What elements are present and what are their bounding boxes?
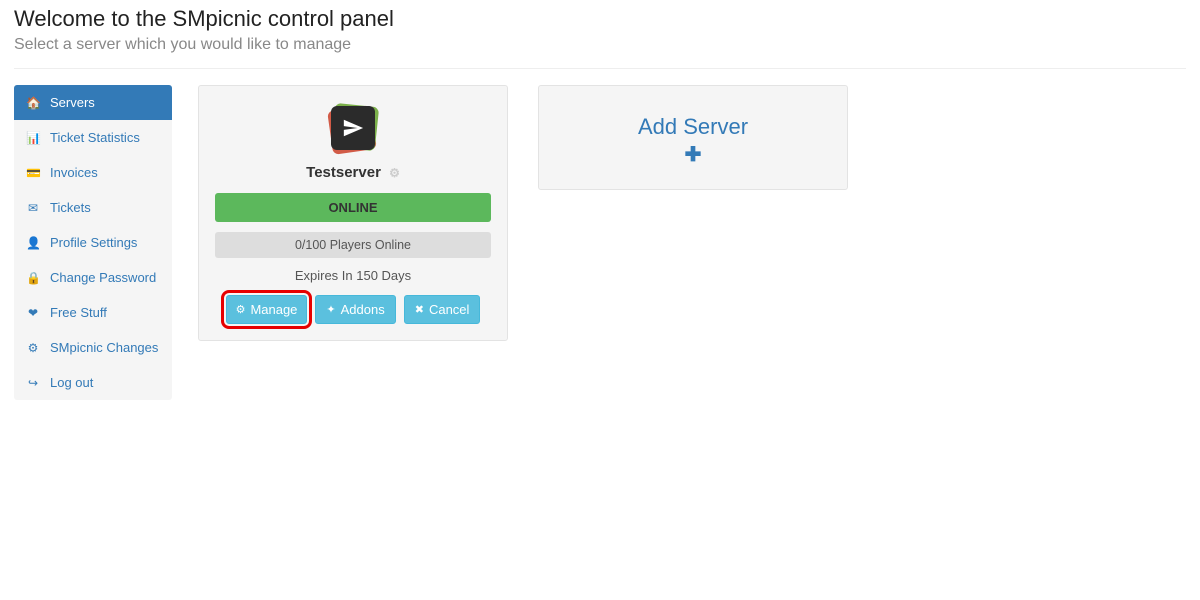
divider [14,68,1186,69]
sidebar: 🏠 Servers 📊 Ticket Statistics 💳 Invoices ✉ Tick… [14,85,172,400]
manage-button[interactable]: ⚙ Manage [226,295,308,324]
gear-icon: ⚙ [236,303,246,316]
add-server-title: Add Server [555,114,831,140]
sidebar-item-logout-label: Log out [50,375,93,390]
sidebar-item-invoices-label: Invoices [50,165,98,180]
sidebar-item-invoices[interactable]: 💳 Invoices [14,155,172,190]
addons-label: Addons [341,302,385,317]
add-server-card[interactable]: Add Server ✚ [538,85,848,190]
server-icon [215,102,491,154]
sidebar-item-changes-label: SMpicnic Changes [50,340,158,355]
addons-button[interactable]: ✦ Addons [315,295,395,324]
sidebar-item-profile[interactable]: 👤 Profile Settings [14,225,172,260]
sidebar-item-ticket-stats-label: Ticket Statistics [50,130,140,145]
sidebar-item-tickets-label: Tickets [50,200,91,215]
sidebar-item-password-icon: 🔒 [26,271,40,285]
page-title: Welcome to the SMpicnic control panel [14,6,1186,32]
server-name-text: Testserver [306,164,381,181]
sidebar-item-servers-label: Servers [50,95,95,110]
server-status: ONLINE [215,193,491,222]
sidebar-item-password-label: Change Password [50,270,156,285]
manage-label: Manage [250,302,297,317]
sidebar-item-servers[interactable]: 🏠 Servers [14,85,172,120]
players-online: 0/100 Players Online [215,232,491,258]
sidebar-item-changes[interactable]: ⚙ SMpicnic Changes [14,330,172,365]
sidebar-item-invoices-icon: 💳 [26,166,40,180]
sidebar-item-free-stuff-icon: ❤ [26,306,40,320]
sidebar-item-ticket-stats-icon: 📊 [26,131,40,145]
sidebar-item-tickets-icon: ✉ [26,201,40,215]
sidebar-item-free-stuff-label: Free Stuff [50,305,107,320]
sidebar-item-profile-icon: 👤 [26,236,40,250]
paper-plane-icon [342,117,364,139]
server-card: Testserver ⚙ ONLINE 0/100 Players Online… [198,85,508,341]
sidebar-item-changes-icon: ⚙ [26,341,40,355]
server-actions: ⚙ Manage ✦ Addons ✖ Cancel [215,295,491,324]
sidebar-item-ticket-stats[interactable]: 📊 Ticket Statistics [14,120,172,155]
gear-icon[interactable]: ⚙ [389,166,400,180]
sidebar-item-free-stuff[interactable]: ❤ Free Stuff [14,295,172,330]
plus-icon: ✚ [555,142,831,167]
sidebar-item-logout-icon: ↪ [26,376,40,390]
cancel-button[interactable]: ✖ Cancel [404,295,481,324]
sidebar-item-password[interactable]: 🔒 Change Password [14,260,172,295]
magic-icon: ✦ [326,303,335,316]
expires-text: Expires In 150 Days [215,268,491,283]
sidebar-item-tickets[interactable]: ✉ Tickets [14,190,172,225]
server-name: Testserver ⚙ [215,164,491,181]
sidebar-item-logout[interactable]: ↪ Log out [14,365,172,400]
sidebar-item-profile-label: Profile Settings [50,235,137,250]
close-icon: ✖ [415,303,424,316]
sidebar-item-servers-icon: 🏠 [26,96,40,110]
page-subtitle: Select a server which you would like to … [14,36,1186,54]
cancel-label: Cancel [429,302,469,317]
